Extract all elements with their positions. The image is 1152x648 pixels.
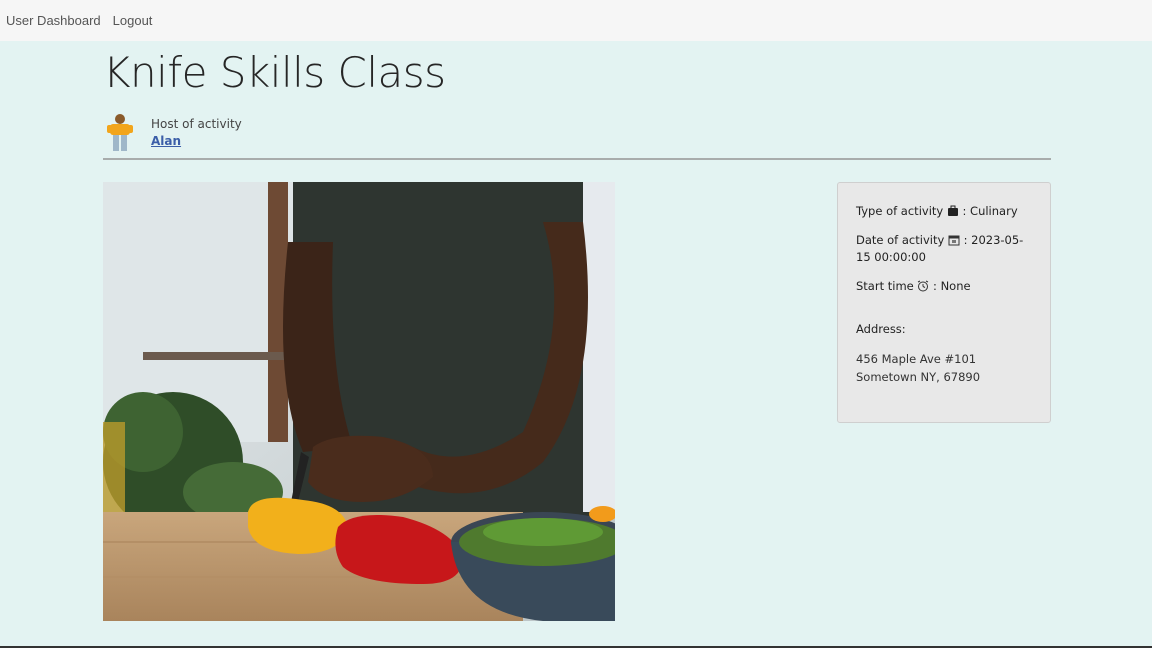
- nav-logout-link[interactable]: Logout: [113, 13, 153, 28]
- activity-photo: [103, 182, 615, 621]
- page-title: Knife Skills Class: [103, 48, 446, 97]
- start-time-row: Start time : None: [856, 278, 1032, 295]
- start-label: Start time: [856, 279, 914, 293]
- date-label: Date of activity: [856, 233, 945, 247]
- host-avatar: [107, 114, 133, 151]
- address-line-1: 456 Maple Ave #101: [856, 352, 977, 366]
- nav-user-dashboard-link[interactable]: User Dashboard: [6, 13, 101, 28]
- alarm-clock-icon: [918, 280, 929, 292]
- host-section: Host of activity Alan: [103, 113, 242, 153]
- start-value: : None: [933, 279, 971, 293]
- address-label: Address:: [856, 322, 906, 336]
- address-line-2: Sometown NY, 67890: [856, 370, 981, 384]
- activity-date-row: Date of activity : 2023-05-15 00:00:00: [856, 232, 1032, 266]
- type-value: : Culinary: [962, 204, 1018, 218]
- briefcase-icon: [947, 205, 958, 216]
- host-label: Host of activity: [151, 117, 242, 131]
- activity-type-row: Type of activity : Culinary: [856, 203, 1032, 220]
- activity-details-card: Type of activity : Culinary Date of acti…: [837, 182, 1051, 423]
- host-name-link[interactable]: Alan: [151, 132, 242, 150]
- calendar-icon: [948, 235, 960, 246]
- divider: [103, 158, 1051, 160]
- top-navbar: User Dashboard Logout: [0, 0, 1152, 41]
- type-label: Type of activity: [856, 204, 944, 218]
